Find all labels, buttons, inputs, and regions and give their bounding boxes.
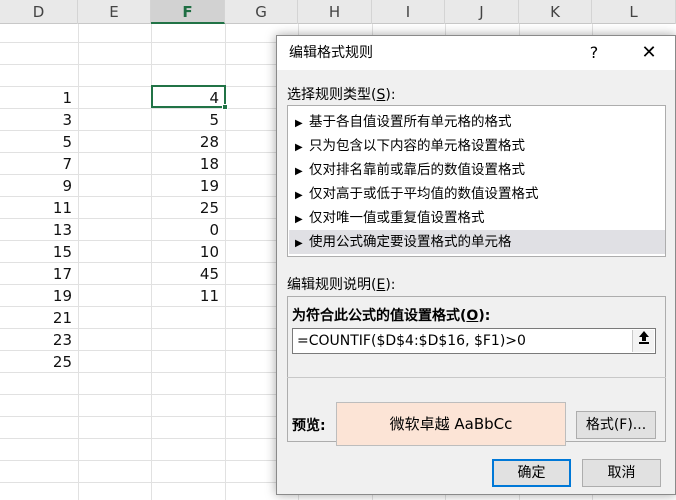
cell-d14[interactable]: 21 [0, 307, 78, 329]
format-preview: 微软卓越 AaBbCc [336, 402, 566, 446]
rule-type-list[interactable]: ▶ 基于各自值设置所有单元格的格式 ▶ 只为包含以下内容的单元格设置格式 ▶ 仅对排名… [287, 105, 666, 257]
cell-d15[interactable]: 23 [0, 329, 78, 351]
formula-label: 为符合此公式的值设置格式(O): [292, 308, 491, 324]
cell-f7[interactable]: 18 [151, 153, 225, 175]
cell-d6[interactable]: 5 [0, 131, 78, 153]
rule-type-item[interactable]: ▶ 只为包含以下内容的单元格设置格式 [289, 134, 665, 158]
dialog-titlebar[interactable]: 编辑格式规则 ? ✕ [277, 36, 675, 70]
ok-button[interactable]: 确定 [492, 459, 571, 487]
cell-d13[interactable]: 19 [0, 285, 78, 307]
description-separator [287, 377, 666, 378]
rule-type-item[interactable]: ▶ 基于各自值设置所有单元格的格式 [289, 110, 665, 134]
edit-rule-description-label: 编辑规则说明(E): [287, 277, 396, 293]
triangle-right-icon: ▶ [295, 190, 303, 201]
format-button[interactable]: 格式(F)... [576, 411, 656, 439]
cell-f6[interactable]: 28 [151, 131, 225, 153]
triangle-right-icon: ▶ [295, 142, 303, 153]
rule-type-item[interactable]: ▶ 仅对排名靠前或靠后的数值设置格式 [289, 158, 665, 182]
cell-f8[interactable]: 19 [151, 175, 225, 197]
cell-d10[interactable]: 13 [0, 219, 78, 241]
cell-d5[interactable]: 3 [0, 109, 78, 131]
column-header-row: D E F G H I J K L [0, 0, 676, 24]
column-header-k[interactable]: K [519, 0, 592, 24]
fill-handle[interactable] [222, 104, 228, 110]
column-header-h[interactable]: H [298, 0, 372, 24]
selected-cell-outline[interactable] [151, 85, 228, 110]
edit-format-rule-dialog: 编辑格式规则 ? ✕ 选择规则类型(S): ▶ 基于各自值设置所有单元格的格式 ▶… [276, 35, 676, 495]
cell-f11[interactable]: 10 [151, 241, 225, 263]
column-header-l[interactable]: L [592, 0, 676, 24]
formula-text: =COUNTIF($D$4:$D$16, $F1)>0 [297, 333, 526, 349]
column-header-g[interactable]: G [225, 0, 298, 24]
preview-label: 预览: [292, 418, 326, 434]
cell-f12[interactable]: 45 [151, 263, 225, 285]
triangle-right-icon: ▶ [295, 214, 303, 225]
collapse-dialog-icon[interactable] [632, 330, 654, 352]
cell-d16[interactable]: 25 [0, 351, 78, 373]
cell-f5[interactable]: 5 [151, 109, 225, 131]
select-rule-type-label: 选择规则类型(S): [287, 87, 396, 103]
rule-type-item-selected[interactable]: ▶ 使用公式确定要设置格式的单元格 [289, 230, 665, 254]
rule-type-item[interactable]: ▶ 仅对高于或低于平均值的数值设置格式 [289, 182, 665, 206]
close-button[interactable]: ✕ [635, 40, 663, 66]
cell-d8[interactable]: 9 [0, 175, 78, 197]
triangle-right-icon: ▶ [295, 166, 303, 177]
column-header-e[interactable]: E [78, 0, 151, 24]
cell-f9[interactable]: 25 [151, 197, 225, 219]
dialog-title: 编辑格式规则 [289, 45, 373, 61]
column-header-j[interactable]: J [445, 0, 519, 24]
cancel-button[interactable]: 取消 [582, 459, 661, 487]
column-header-i[interactable]: I [372, 0, 445, 24]
column-header-d[interactable]: D [0, 0, 78, 24]
cell-d4[interactable]: 1 [0, 87, 78, 109]
cell-d7[interactable]: 7 [0, 153, 78, 175]
column-header-f[interactable]: F [151, 0, 225, 24]
cell-d12[interactable]: 17 [0, 263, 78, 285]
triangle-right-icon: ▶ [295, 238, 303, 249]
cell-f10[interactable]: 0 [151, 219, 225, 241]
cell-d9[interactable]: 11 [0, 197, 78, 219]
rule-type-item[interactable]: ▶ 仅对唯一值或重复值设置格式 [289, 206, 665, 230]
cell-f13[interactable]: 11 [151, 285, 225, 307]
cell-d11[interactable]: 15 [0, 241, 78, 263]
formula-input[interactable]: =COUNTIF($D$4:$D$16, $F1)>0 [292, 328, 656, 354]
help-button[interactable]: ? [580, 40, 608, 66]
triangle-right-icon: ▶ [295, 118, 303, 129]
